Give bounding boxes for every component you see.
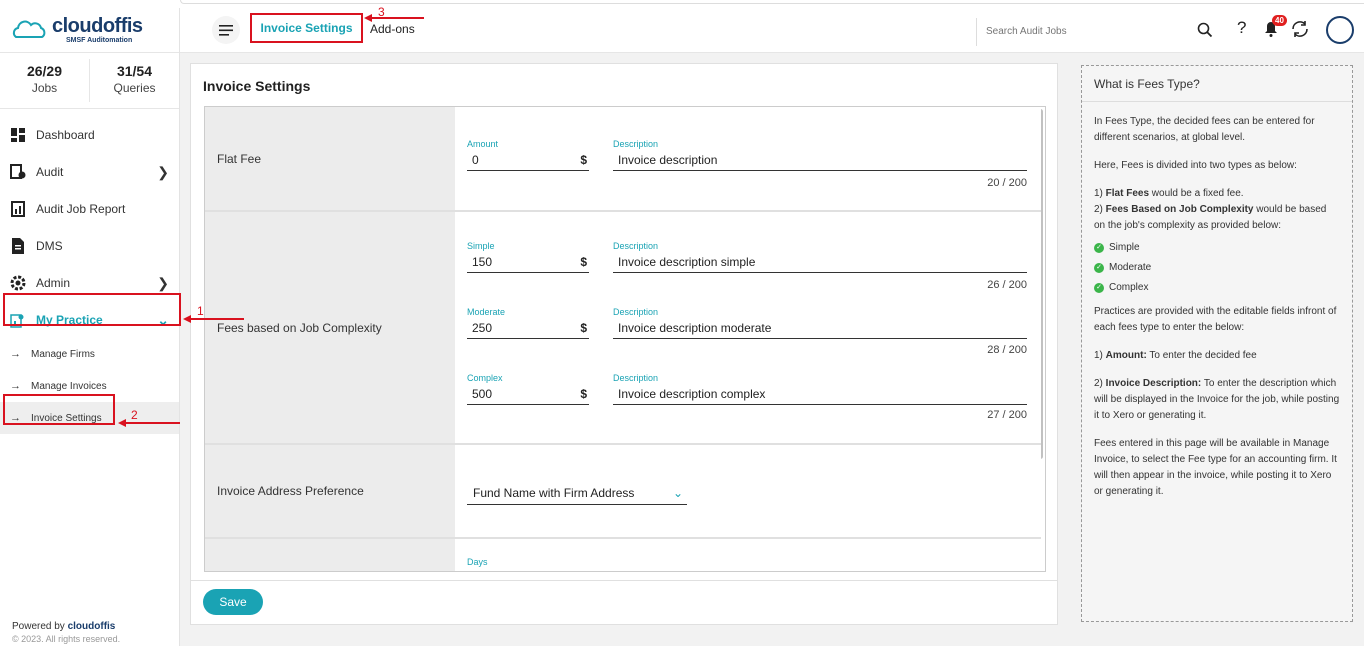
annotation-number-2: 2 [131,408,138,422]
annotation-arrowhead-1 [183,315,191,323]
annotation-arrows [118,14,424,427]
annotation-arrowhead-3 [364,14,372,22]
annotation-arrowhead-2 [118,419,126,427]
annotation-number-3: 3 [378,5,385,19]
annotation-number-1: 1 [197,304,204,318]
